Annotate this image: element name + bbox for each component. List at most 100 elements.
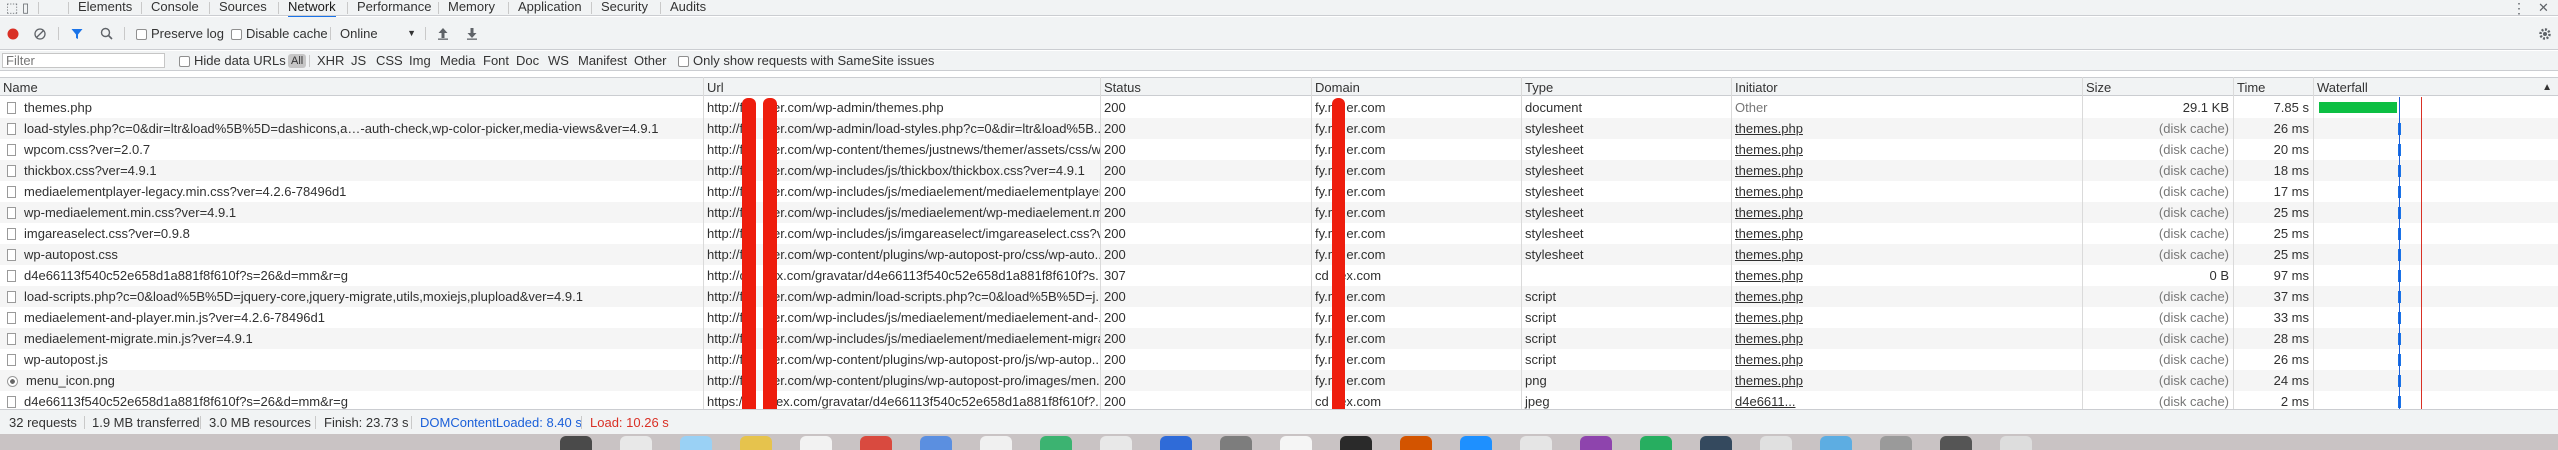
dock-app-icon[interactable] [740,436,772,450]
col-header-time[interactable]: Time [2233,78,2313,97]
request-row[interactable]: wpcom.css?ver=2.0.7 http://fy er.com/wp-c… [0,139,2558,160]
tab-elements[interactable]: Elements [78,0,132,16]
type-filter-all[interactable]: All [288,54,307,68]
dock-app-icon[interactable] [1340,436,1372,450]
dock-app-icon[interactable] [1100,436,1132,450]
dock-app-icon[interactable] [1700,436,1732,450]
dock-app-icon[interactable] [1160,436,1192,450]
request-row[interactable]: wp-mediaelement.min.css?ver=4.9.1 http://… [0,202,2558,223]
initiator-text[interactable]: themes.php [1735,352,1803,367]
samesite-checkbox[interactable]: Only show requests with SameSite issues [678,51,934,71]
col-header-size[interactable]: Size [2082,78,2233,97]
initiator-text[interactable]: themes.php [1735,184,1803,199]
type-filter-js[interactable]: JS [351,51,366,71]
dock-app-icon[interactable] [1760,436,1792,450]
request-row[interactable]: menu_icon.png http://fy er.com/wp-content… [0,370,2558,391]
tab-security[interactable]: Security [601,0,648,16]
tab-console[interactable]: Console [151,0,199,16]
request-row[interactable]: mediaelement-migrate.min.js?ver=4.9.1 htt… [0,328,2558,349]
col-header-domain[interactable]: Domain [1311,78,1521,97]
dock-app-icon[interactable] [560,436,592,450]
request-row[interactable]: wp-autopost.css http://fy er.com/wp-conte… [0,244,2558,265]
dock-app-icon[interactable] [1400,436,1432,450]
type-filter-manifest[interactable]: Manifest [578,51,627,71]
dock-app-icon[interactable] [1220,436,1252,450]
settings-icon[interactable] [2538,27,2552,41]
request-row[interactable]: themes.php http://fy er.com/wp-admin/them… [0,97,2558,118]
disable-cache-checkbox[interactable]: Disable cache [231,17,328,50]
preserve-log-checkbox[interactable]: Preserve log [136,17,224,50]
request-row[interactable]: mediaelement-and-player.min.js?ver=4.2.6… [0,307,2558,328]
initiator-text[interactable]: d4e6611... [1735,394,1795,409]
type-filter-css[interactable]: CSS [376,51,403,71]
type-filter-img[interactable]: Img [409,51,431,71]
dock-app-icon[interactable] [920,436,952,450]
initiator-text[interactable]: themes.php [1735,205,1803,220]
initiator-text[interactable]: themes.php [1735,289,1803,304]
dock-app-icon[interactable] [1040,436,1072,450]
col-header-type[interactable]: Type [1521,78,1731,97]
close-icon[interactable]: ✕ [2538,0,2549,16]
filter-icon[interactable] [71,28,83,40]
dock-app-icon[interactable] [1640,436,1672,450]
export-icon[interactable] [466,27,478,40]
initiator-text[interactable]: themes.php [1735,373,1803,388]
col-header-waterfall[interactable]: Waterfall ▲ [2313,78,2558,97]
type-filter-other[interactable]: Other [634,51,667,71]
request-row[interactable]: load-styles.php?c=0&dir=ltr&load%5B%5D=d… [0,118,2558,139]
dock-app-icon[interactable] [2000,436,2032,450]
inspect-icon[interactable]: ⬚ [6,0,18,16]
dock-app-icon[interactable] [1520,436,1552,450]
tab-application[interactable]: Application [518,0,582,16]
dock-app-icon[interactable] [1880,436,1912,450]
throttling-select[interactable]: Online ▼ [340,17,418,50]
tab-memory[interactable]: Memory [448,0,495,16]
type-filter-xhr[interactable]: XHR [317,51,344,71]
request-row[interactable]: d4e66113f540c52e658d1a881f8f610f?s=26&d=… [0,265,2558,286]
dock-app-icon[interactable] [980,436,1012,450]
initiator-text[interactable]: themes.php [1735,226,1803,241]
initiator-text[interactable]: themes.php [1735,121,1803,136]
more-vertical-icon[interactable]: ⋮ [2512,0,2526,16]
dock-app-icon[interactable] [1280,436,1312,450]
dock-app-icon[interactable] [800,436,832,450]
tab-sources[interactable]: Sources [219,0,267,16]
dock-app-icon[interactable] [860,436,892,450]
initiator-text[interactable]: themes.php [1735,310,1803,325]
dock-app-icon[interactable] [1460,436,1492,450]
request-row[interactable]: mediaelementplayer-legacy.min.css?ver=4.… [0,181,2558,202]
initiator-text[interactable]: themes.php [1735,268,1803,283]
request-row[interactable]: d4e66113f540c52e658d1a881f8f610f?s=26&d=… [0,391,2558,409]
dock-app-icon[interactable] [620,436,652,450]
request-row[interactable]: load-scripts.php?c=0&load%5B%5D=jquery-c… [0,286,2558,307]
type-filter-ws[interactable]: WS [548,51,569,71]
dock-app-icon[interactable] [1580,436,1612,450]
initiator-text[interactable]: themes.php [1735,331,1803,346]
import-icon[interactable] [437,27,449,40]
hide-data-urls-checkbox[interactable]: Hide data URLs [179,51,286,71]
tab-performance[interactable]: Performance [357,0,431,16]
dock-app-icon[interactable] [1940,436,1972,450]
dock-app-icon[interactable] [1820,436,1852,450]
col-header-status[interactable]: Status [1100,78,1311,97]
search-icon[interactable] [100,27,113,40]
request-row[interactable]: thickbox.css?ver=4.9.1 http://fy er.com/w… [0,160,2558,181]
clear-icon[interactable] [34,28,46,40]
initiator-text[interactable]: themes.php [1735,163,1803,178]
record-icon[interactable] [7,28,19,40]
initiator-text[interactable]: themes.php [1735,247,1803,262]
device-toggle-icon[interactable]: ▯ [22,0,29,16]
filter-input[interactable] [2,53,165,68]
type-filter-font[interactable]: Font [483,51,509,71]
col-header-url[interactable]: Url [703,78,1100,97]
initiator-text[interactable]: themes.php [1735,142,1803,157]
col-header-name[interactable]: Name [0,78,703,97]
request-row[interactable]: wp-autopost.js http://fy er.com/wp-conten… [0,349,2558,370]
dock-app-icon[interactable] [680,436,712,450]
type-filter-media[interactable]: Media [440,51,475,71]
col-header-initiator[interactable]: Initiator [1731,78,2082,97]
request-row[interactable]: imgareaselect.css?ver=0.9.8 http://fy er.… [0,223,2558,244]
type-filter-doc[interactable]: Doc [516,51,539,71]
tab-audits[interactable]: Audits [670,0,706,16]
tab-network[interactable]: Network [288,0,336,18]
